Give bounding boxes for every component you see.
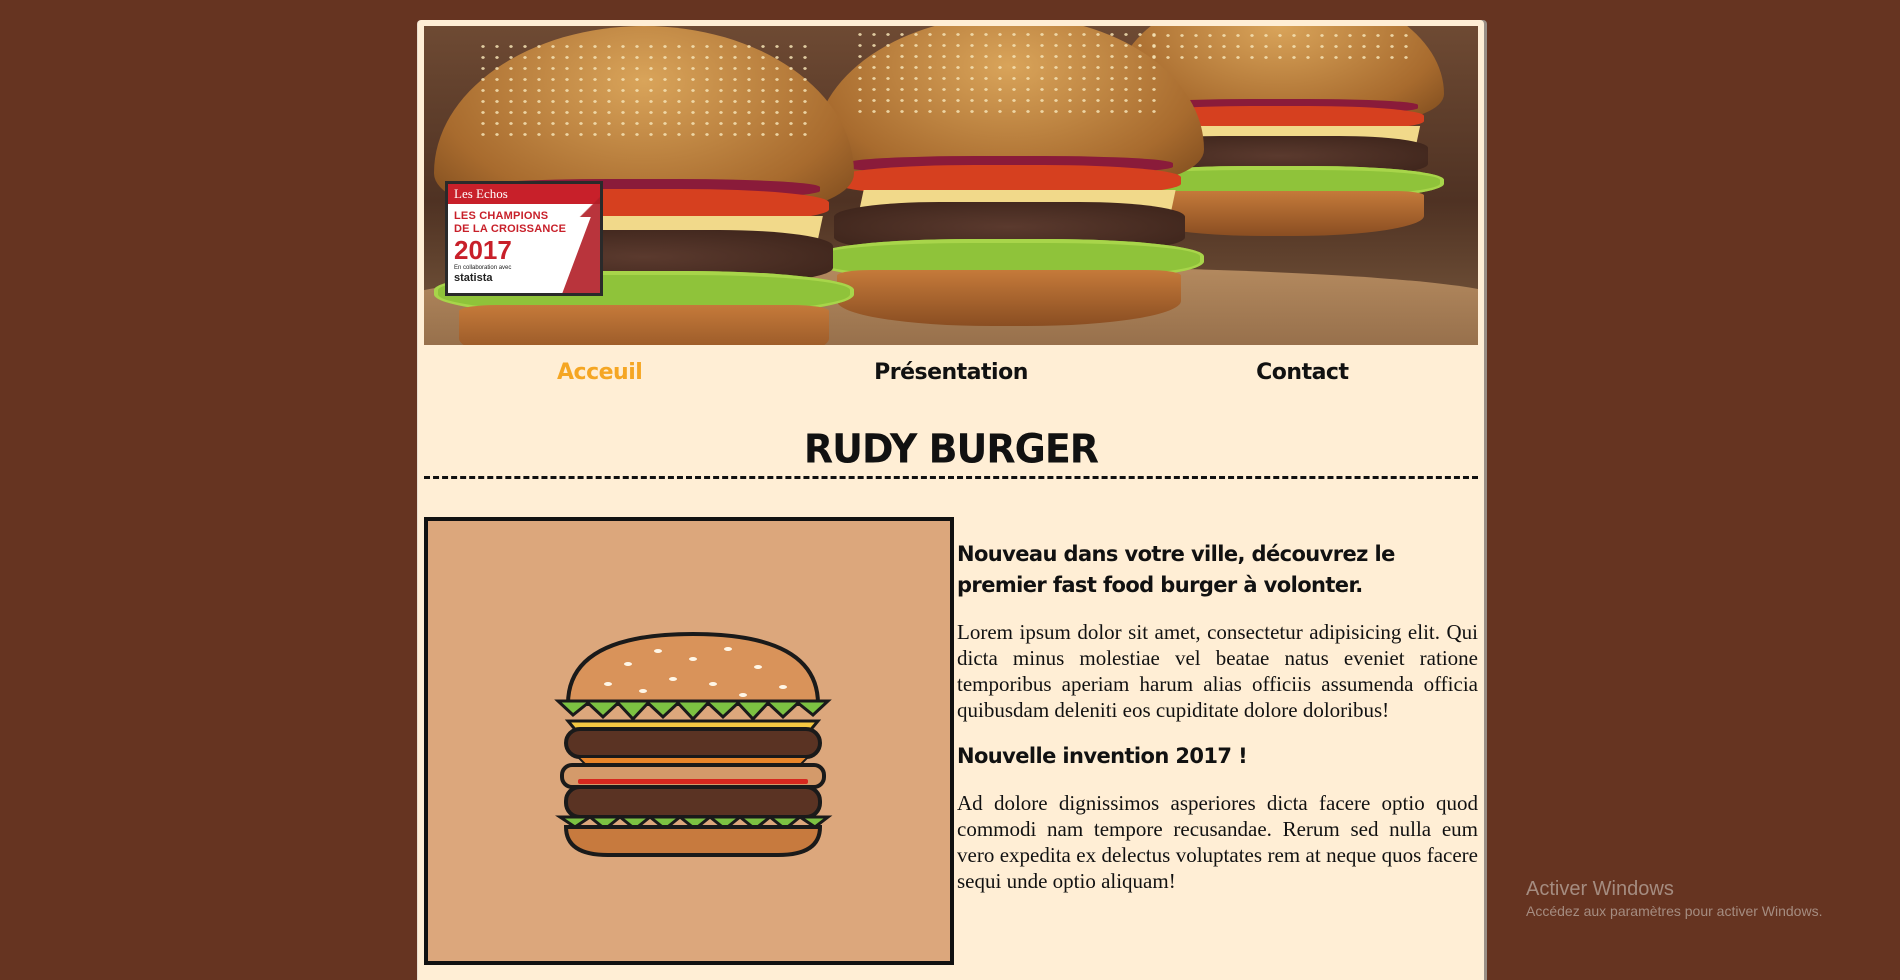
invention-paragraph: Ad dolore dignissimos asperiores dicta f… <box>957 791 1478 893</box>
watermark-subtitle: Accédez aux paramètres pour activer Wind… <box>1526 903 1823 919</box>
windows-activation-watermark: Activer Windows Accédez aux paramètres p… <box>1526 877 1822 921</box>
nav-item-acceuil[interactable]: Acceuil <box>424 353 775 393</box>
intro-text-column: Nouveau dans votre ville, découvrez le p… <box>957 539 1478 912</box>
watermark-title: Activer Windows <box>1526 878 1674 900</box>
burger-photo-middle <box>814 26 1204 326</box>
badge-brand: Les Echos <box>448 184 600 204</box>
nav-item-contact[interactable]: Contact <box>1127 353 1478 393</box>
hero-banner-image: Les Echos LES CHAMPIONS DE LA CROISSANCE… <box>424 26 1478 345</box>
intro-paragraph: Lorem ipsum dolor sit amet, consectetur … <box>957 620 1478 722</box>
page-container: Les Echos LES CHAMPIONS DE LA CROISSANCE… <box>418 20 1484 980</box>
badge-line1: LES CHAMPIONS <box>454 210 549 222</box>
burger-illustration <box>424 517 954 965</box>
nav-item-presentation[interactable]: Présentation <box>775 353 1126 393</box>
burger-icon <box>554 631 833 857</box>
main-nav: Acceuil Présentation Contact <box>424 353 1478 393</box>
page-title: RUDY BURGER <box>803 425 1099 473</box>
intro-heading: Nouveau dans votre ville, découvrez le p… <box>957 542 1395 597</box>
dashed-divider <box>424 476 1478 479</box>
invention-heading: Nouvelle invention 2017 ! <box>957 744 1248 768</box>
les-echos-badge: Les Echos LES CHAMPIONS DE LA CROISSANCE… <box>445 181 603 296</box>
